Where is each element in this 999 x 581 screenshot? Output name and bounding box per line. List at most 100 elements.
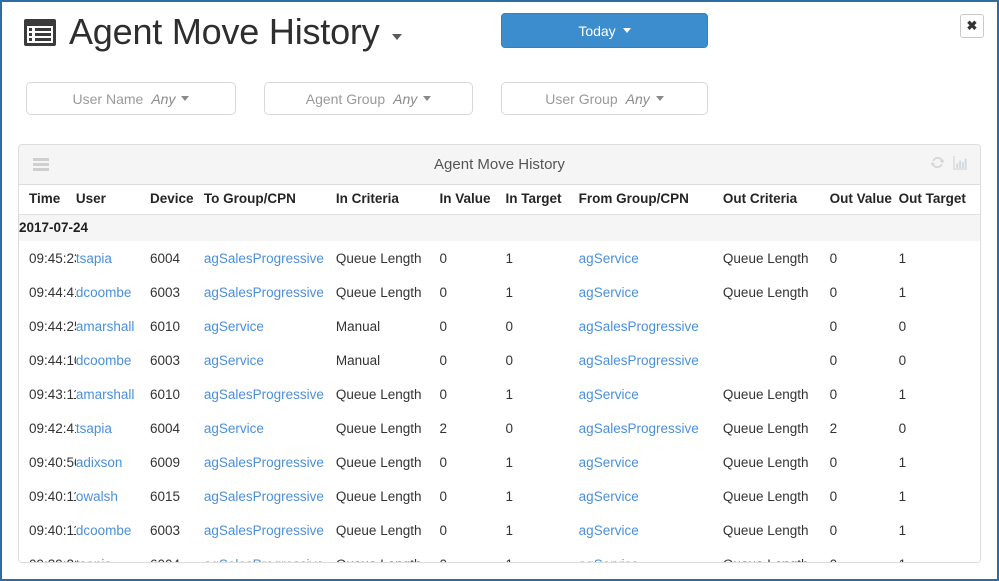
- user-name-filter-label: User Name: [72, 90, 144, 107]
- column-header-device[interactable]: Device: [150, 185, 204, 215]
- cell-in-target: 1: [505, 275, 579, 310]
- cell-to-group[interactable]: agSalesProgressive: [203, 513, 336, 548]
- cell-user[interactable]: dcoombe: [75, 343, 151, 378]
- refresh-icon[interactable]: [930, 155, 945, 170]
- column-header-out-criteria[interactable]: Out Criteria: [722, 185, 830, 215]
- cell-time: 09:43:11: [19, 377, 76, 412]
- cell-out-criteria: Queue Length: [722, 241, 830, 276]
- agent-group-filter[interactable]: Agent Group Any: [264, 82, 473, 115]
- page-title: Agent Move History: [69, 11, 380, 52]
- cell-time: 09:40:11: [19, 513, 76, 548]
- cell-out-target: 0: [898, 411, 980, 446]
- caret-down-icon: [622, 28, 631, 33]
- cell-user[interactable]: adixson: [75, 445, 151, 480]
- table-row[interactable]: 09:44:41dcoombe6003agSalesProgressiveQue…: [19, 275, 980, 310]
- cell-to-group[interactable]: agSalesProgressive: [203, 275, 336, 310]
- cell-to-group[interactable]: agSalesProgressive: [203, 241, 336, 276]
- cell-device: 6004: [150, 547, 204, 562]
- column-header-out-target[interactable]: Out Target: [898, 185, 980, 215]
- cell-user[interactable]: dcoombe: [75, 513, 151, 548]
- cell-from-group[interactable]: agSalesProgressive: [578, 343, 723, 378]
- column-header-in-target[interactable]: In Target: [505, 185, 579, 215]
- column-header-in-value[interactable]: In Value: [439, 185, 506, 215]
- cell-in-criteria: Queue Length: [335, 411, 440, 446]
- cell-in-value: 0: [439, 241, 506, 276]
- cell-in-criteria: Manual: [335, 343, 440, 378]
- cell-from-group[interactable]: agService: [578, 275, 723, 310]
- cell-in-value: 0: [439, 513, 506, 548]
- column-header-user[interactable]: User: [75, 185, 151, 215]
- cell-user[interactable]: tsapia: [75, 547, 151, 562]
- cell-to-group[interactable]: agService: [203, 411, 336, 446]
- column-header-out-value[interactable]: Out Value: [829, 185, 899, 215]
- chevron-down-icon[interactable]: [391, 34, 402, 40]
- table-scroll-region[interactable]: Time User Device To Group/CPN In Criteri…: [19, 185, 980, 562]
- table-row[interactable]: 09:42:41tsapia6004agServiceQueue Length2…: [19, 411, 980, 446]
- cell-time: 09:40:56: [19, 445, 76, 480]
- cell-out-criteria: [722, 343, 830, 378]
- user-name-filter[interactable]: User Name Any: [26, 82, 236, 115]
- close-button[interactable]: ✖: [960, 14, 984, 38]
- today-range-button[interactable]: Today: [501, 13, 708, 48]
- table-row[interactable]: 09:40:11 dcoombe 6003 agSalesProgressive Que…: [19, 513, 980, 548]
- cell-out-criteria: Queue Length: [722, 411, 830, 446]
- table-row[interactable]: 09:40:11 owalsh 6015 agSalesProgressive Queu…: [19, 479, 980, 514]
- bar-chart-icon[interactable]: [953, 155, 968, 170]
- cell-time: 09:45:23: [19, 241, 76, 276]
- cell-to-group[interactable]: agSalesProgressive: [203, 547, 336, 562]
- cell-from-group[interactable]: agService: [578, 479, 723, 514]
- app-window: Agent Move History Today ✖ User Name Any…: [0, 0, 999, 581]
- table-row[interactable]: 09:39:26tsapia6004agSalesProgressiveQueu…: [19, 547, 980, 562]
- cell-user[interactable]: amarshall: [75, 377, 151, 412]
- cell-user[interactable]: amarshall: [75, 309, 151, 344]
- table-row[interactable]: 09:43:11 amarshall 6010 agSalesProgressive Q…: [19, 377, 980, 412]
- panel-header: Agent Move History: [19, 145, 980, 185]
- cell-out-target: 1: [898, 547, 980, 562]
- table-row[interactable]: 09:45:23tsapia6004agSalesProgressiveQueu…: [19, 241, 980, 276]
- cell-user[interactable]: dcoombe: [75, 275, 151, 310]
- cell-in-target: 1: [505, 479, 579, 514]
- table-row[interactable]: 09:44:10dcoombe6003agServiceManual00agSa…: [19, 343, 980, 378]
- cell-in-target: 1: [505, 547, 579, 562]
- cell-from-group[interactable]: agService: [578, 547, 723, 562]
- cell-in-criteria: Queue Length: [335, 479, 440, 514]
- user-name-filter-value: Any: [151, 90, 176, 107]
- cell-time: 09:44:25: [19, 309, 76, 344]
- cell-device: 6004: [150, 411, 204, 446]
- cell-from-group[interactable]: agService: [578, 377, 723, 412]
- cell-to-group[interactable]: agService: [203, 309, 336, 344]
- table-row[interactable]: 09:44:25amarshall6010agServiceManual00ag…: [19, 309, 980, 344]
- cell-in-value: 0: [439, 343, 506, 378]
- table-header-row: Time User Device To Group/CPN In Criteri…: [19, 185, 980, 215]
- cell-to-group[interactable]: agService: [203, 343, 336, 378]
- cell-to-group[interactable]: agSalesProgressive: [203, 377, 336, 412]
- cell-user[interactable]: owalsh: [75, 479, 151, 514]
- page-title-group[interactable]: Agent Move History: [24, 14, 402, 50]
- cell-device: 6003: [150, 513, 204, 548]
- cell-to-group[interactable]: agSalesProgressive: [203, 445, 336, 480]
- cell-from-group[interactable]: agService: [578, 241, 723, 276]
- cell-from-group[interactable]: agSalesProgressive: [578, 411, 723, 446]
- table-row[interactable]: 09:40:56adixson6009agSalesProgressiveQue…: [19, 445, 980, 480]
- cell-device: 6009: [150, 445, 204, 480]
- column-header-time[interactable]: Time: [19, 185, 76, 215]
- cell-out-criteria: Queue Length: [722, 547, 830, 562]
- cell-from-group[interactable]: agSalesProgressive: [578, 309, 723, 344]
- caret-down-icon: [655, 96, 664, 101]
- cell-to-group[interactable]: agSalesProgressive: [203, 479, 336, 514]
- cell-in-value: 0: [439, 275, 506, 310]
- cell-from-group[interactable]: agService: [578, 445, 723, 480]
- list-alt-icon: [24, 18, 56, 46]
- user-group-filter[interactable]: User Group Any: [501, 82, 708, 115]
- column-header-to-group[interactable]: To Group/CPN: [203, 185, 336, 215]
- cell-user[interactable]: tsapia: [75, 241, 151, 276]
- cell-from-group[interactable]: agService: [578, 513, 723, 548]
- close-icon: ✖: [966, 18, 978, 33]
- cell-user[interactable]: tsapia: [75, 411, 151, 446]
- column-header-from-group[interactable]: From Group/CPN: [578, 185, 723, 215]
- cell-out-target: 1: [898, 513, 980, 548]
- column-header-in-criteria[interactable]: In Criteria: [335, 185, 440, 215]
- cell-in-value: 0: [439, 377, 506, 412]
- agent-group-filter-label: Agent Group: [305, 90, 386, 107]
- cell-in-value: 2: [439, 411, 506, 446]
